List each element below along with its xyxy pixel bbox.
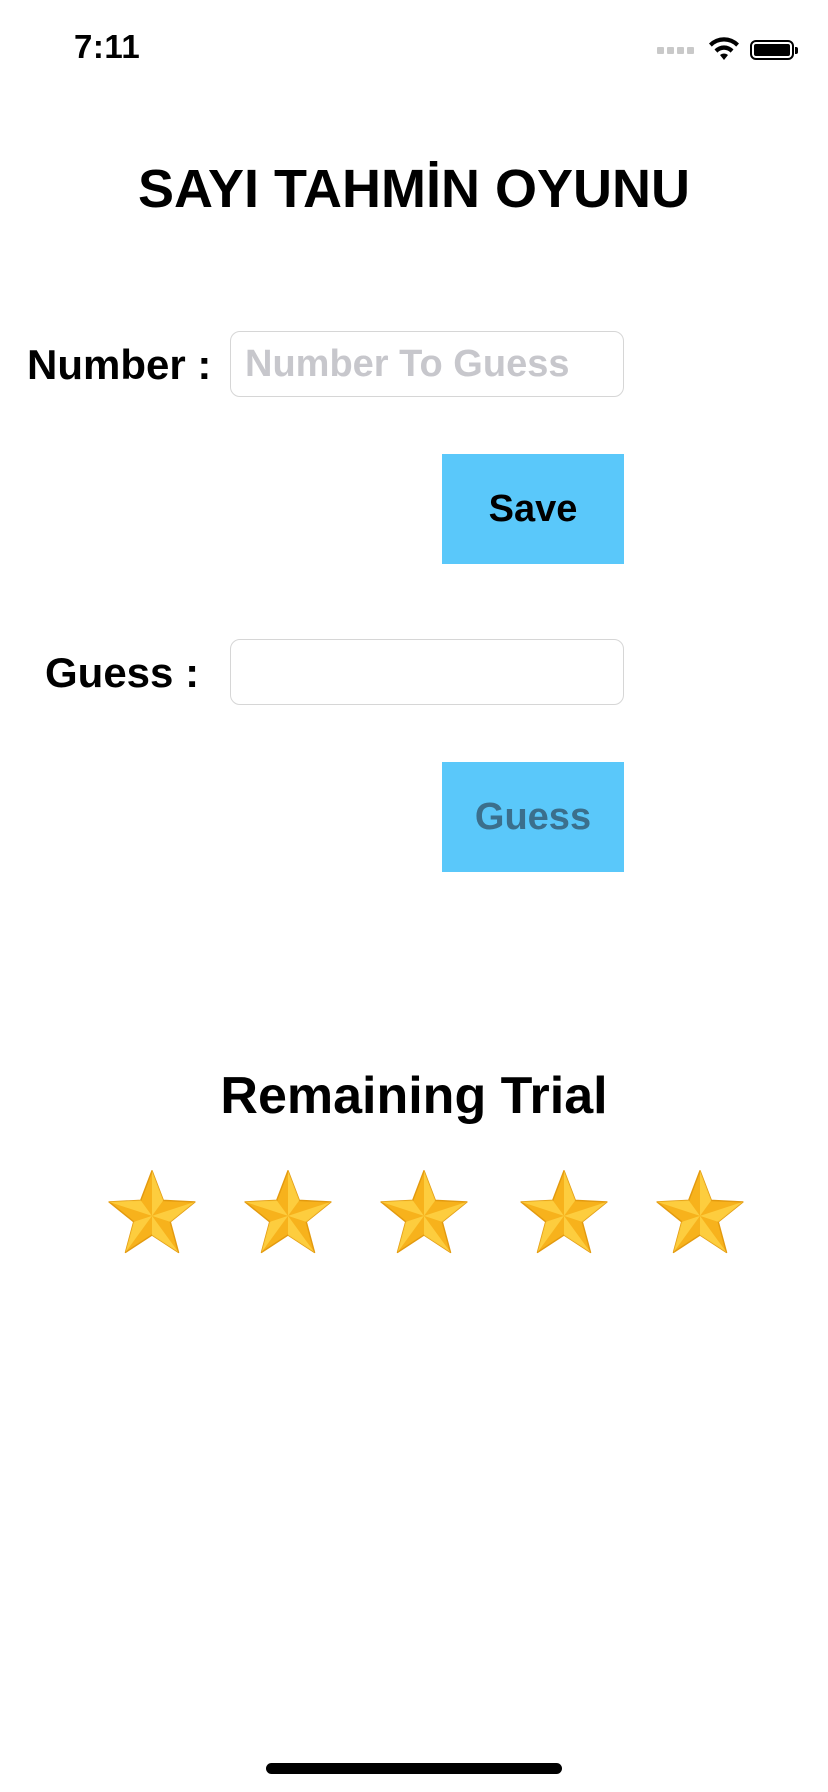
home-indicator: [266, 1763, 562, 1774]
wifi-icon: [709, 37, 739, 60]
status-icons: [657, 36, 798, 64]
save-button[interactable]: Save: [442, 454, 624, 564]
star-icon: [520, 1170, 608, 1254]
battery-icon: [750, 40, 798, 60]
number-label: Number :: [27, 341, 212, 388]
star-icon: [108, 1170, 196, 1254]
star-icon: [380, 1170, 468, 1254]
remaining-stars: [0, 1165, 828, 1265]
status-time: 7:11: [74, 28, 141, 65]
number-to-guess-input[interactable]: [230, 331, 624, 397]
page-title: SAYI TAHMİN OYUNU: [137, 159, 691, 219]
star-icon: [244, 1170, 332, 1254]
guess-button[interactable]: Guess: [442, 762, 624, 872]
guess-label: Guess :: [45, 649, 200, 696]
guess-input[interactable]: [230, 639, 624, 705]
star-icon: [656, 1170, 744, 1254]
remaining-trial-title: Remaining Trial: [220, 1067, 608, 1125]
cellular-signal-icon: [657, 46, 694, 54]
